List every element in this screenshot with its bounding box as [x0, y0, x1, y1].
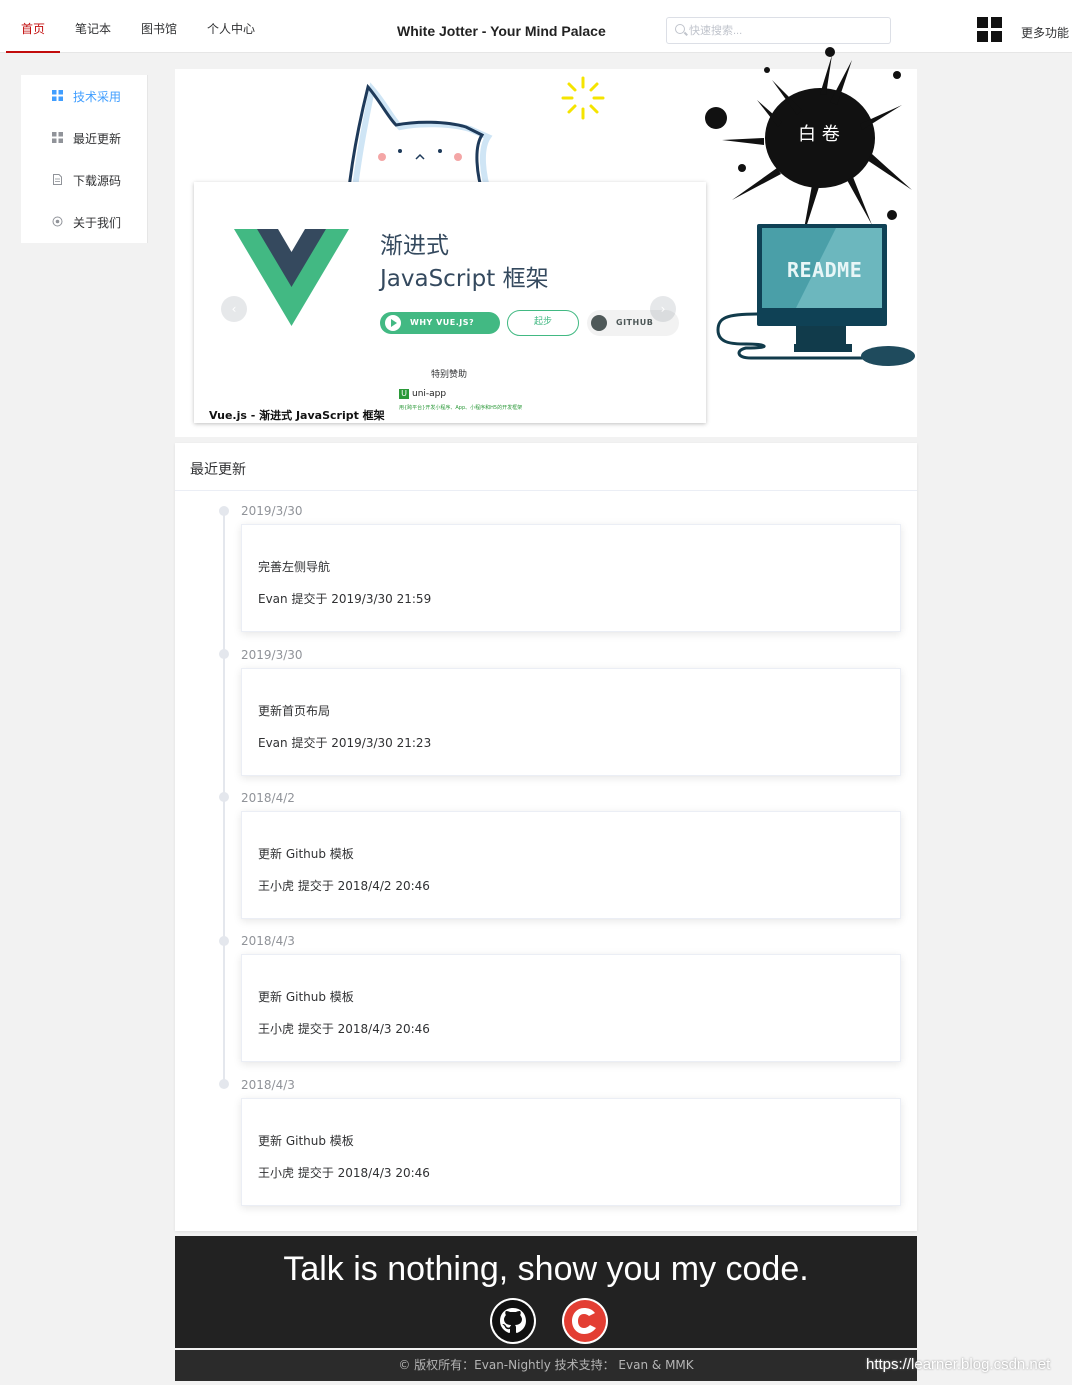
timeline-dot: [219, 936, 229, 946]
card-header: 最近更新: [175, 443, 917, 491]
more-features-menu[interactable]: 更多功能: [1021, 24, 1069, 41]
sponsor-name: uni-app: [412, 389, 447, 399]
timeline-dot: [219, 506, 229, 516]
sponsor-label: 特别赞助: [431, 370, 468, 380]
commit-title: 完善左侧导航: [258, 560, 331, 574]
tab-home[interactable]: 首页: [6, 0, 60, 53]
grid-icon: [52, 90, 63, 101]
tab-library[interactable]: 图书馆: [141, 0, 177, 53]
timeline-date: 2019/3/30: [241, 504, 303, 518]
search-icon: [675, 24, 685, 34]
card-title: 最近更新: [190, 462, 246, 478]
commit-meta: 王小虎 提交于 2018/4/3 20:46: [258, 1022, 430, 1036]
sparkle-icon: [561, 76, 605, 120]
timeline-date: 2018/4/3: [241, 934, 295, 948]
sidebar-item-download[interactable]: 下载源码: [21, 165, 148, 195]
commit-title: 更新 Github 模板: [258, 1134, 354, 1148]
sidebar-item-label: 技术采用: [73, 90, 122, 104]
timeline-card: 更新 Github 模板 王小虎 提交于 2018/4/3 20:46: [241, 954, 901, 1062]
hero-panel: 白 卷 README 渐进式 JavaScript 框架 WHY VUE.JS?…: [175, 47, 917, 437]
commit-title: 更新 Github 模板: [258, 847, 354, 861]
csdn-icon: [564, 1300, 606, 1342]
timeline-dot: [219, 1079, 229, 1089]
csdn-link[interactable]: [562, 1298, 608, 1344]
document-icon: [53, 174, 62, 185]
github-link[interactable]: [490, 1298, 536, 1344]
timeline-card: 更新首页布局 Evan 提交于 2019/3/30 21:23: [241, 668, 901, 776]
sidebar-item-label: 最近更新: [73, 132, 122, 146]
readme-label: README: [787, 258, 863, 282]
apps-grid-icon[interactable]: [977, 17, 1004, 44]
sidebar-item-label: 关于我们: [73, 216, 122, 230]
timeline-card: 完善左侧导航 Evan 提交于 2019/3/30 21:59: [241, 524, 901, 632]
search-input[interactable]: [689, 21, 884, 40]
footer-slogan: Talk is nothing, show you my code.: [283, 1250, 809, 1288]
footer: Talk is nothing, show you my code.: [175, 1236, 917, 1348]
settings-icon: [52, 216, 63, 227]
github-icon: [591, 315, 607, 331]
sponsor-link[interactable]: Uuni-app: [399, 389, 446, 399]
get-started-button[interactable]: 起步: [507, 310, 579, 336]
tab-notebook[interactable]: 笔记本: [75, 0, 111, 53]
copyright-bar: © 版权所有：Evan-Nightly 技术支持： Evan & MMK: [175, 1350, 917, 1381]
carousel-prev-button[interactable]: ‹: [221, 296, 247, 322]
logo-text: 白 卷: [798, 124, 840, 145]
uni-app-logo-icon: U: [399, 389, 409, 399]
commit-title: 更新 Github 模板: [258, 990, 354, 1004]
side-menu: 技术采用 最近更新 下载源码 关于我们: [21, 75, 148, 243]
commit-meta: 王小虎 提交于 2018/4/2 20:46: [258, 879, 430, 893]
github-button-label: GITHUB: [616, 318, 654, 327]
slide-caption: Vue.js - 渐进式 JavaScript 框架: [209, 409, 385, 422]
vue-logo-icon: [234, 229, 349, 326]
commit-meta: Evan 提交于 2019/3/30 21:59: [258, 592, 432, 606]
commit-title: 更新首页布局: [258, 704, 331, 718]
why-vue-button[interactable]: WHY VUE.JS?: [380, 312, 500, 334]
tagline-line1: 渐进式: [380, 233, 449, 259]
grid-icon: [52, 132, 63, 143]
commit-meta: Evan 提交于 2019/3/30 21:23: [258, 736, 432, 750]
github-icon: [492, 1300, 534, 1342]
readme-monitor-icon: [716, 224, 915, 366]
sidebar-item-label: 下载源码: [73, 174, 122, 188]
timeline-date: 2018/4/3: [241, 1078, 295, 1092]
timeline-dot: [219, 649, 229, 659]
tagline-line2: JavaScript 框架: [380, 266, 549, 292]
timeline-card: 更新 Github 模板 王小虎 提交于 2018/4/3 20:46: [241, 1098, 901, 1206]
recent-updates-card: 最近更新 2019/3/30 完善左侧导航 Evan 提交于 2019/3/30…: [175, 443, 917, 1231]
sidebar-item-tech[interactable]: 技术采用: [21, 81, 148, 111]
watermark: https://learner.blog.csdn.net: [866, 1356, 1051, 1373]
timeline-card: 更新 Github 模板 王小虎 提交于 2018/4/2 20:46: [241, 811, 901, 919]
carousel[interactable]: 渐进式 JavaScript 框架 WHY VUE.JS? 起步 GITHUB …: [194, 182, 706, 423]
timeline-date: 2018/4/2: [241, 791, 295, 805]
sidebar-item-recent[interactable]: 最近更新: [21, 123, 148, 153]
carousel-next-button[interactable]: ›: [650, 296, 676, 322]
sidebar-item-about[interactable]: 关于我们: [21, 207, 148, 237]
tab-profile[interactable]: 个人中心: [207, 0, 255, 53]
timeline-date: 2019/3/30: [241, 648, 303, 662]
site-title: White Jotter - Your Mind Palace: [397, 23, 606, 39]
timeline-dot: [219, 792, 229, 802]
sponsor-subtitle: 用{跨平台}开发小程序、App、小程序和H5的开发框架: [399, 405, 523, 411]
commit-meta: 王小虎 提交于 2018/4/3 20:46: [258, 1166, 430, 1180]
